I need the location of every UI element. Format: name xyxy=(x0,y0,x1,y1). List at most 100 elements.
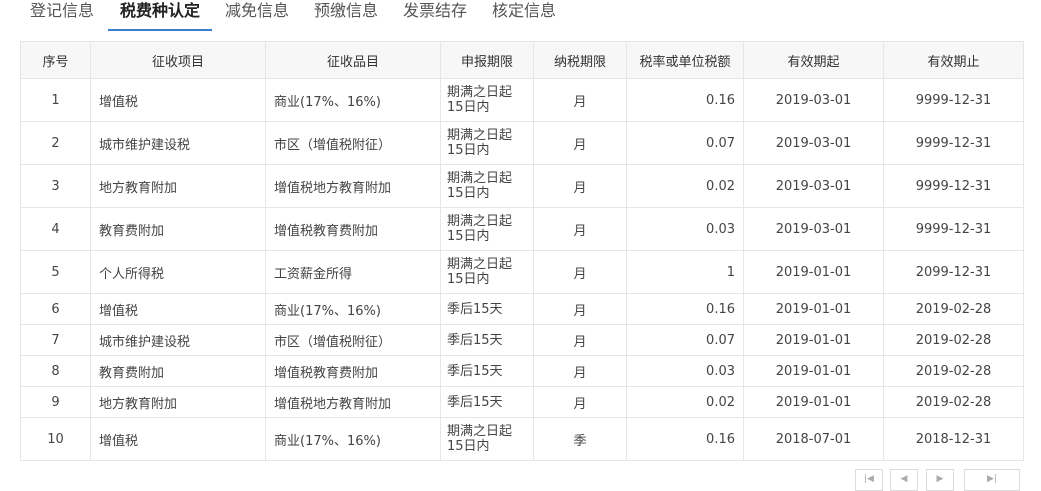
cell-valid-from: 2019-03-01 xyxy=(743,207,884,251)
cell-valid-from: 2019-03-01 xyxy=(743,164,884,208)
cell-serial: 7 xyxy=(20,324,91,356)
table-row[interactable]: 5 个人所得税 工资薪金所得 期满之日起15日内 月 1 2019-01-01 … xyxy=(20,250,1024,294)
cell-valid-to: 2019-02-28 xyxy=(883,324,1024,356)
prev-page-button[interactable]: ◀ xyxy=(890,469,918,491)
prev-page-icon: ◀ xyxy=(900,474,908,484)
cell-tax-item: 增值税 xyxy=(90,293,266,325)
table-row[interactable]: 6 增值税 商业(17%、16%) 季后15天 月 0.16 2019-01-0… xyxy=(20,293,1024,325)
cell-serial: 8 xyxy=(20,355,91,387)
first-page-icon: |◀ xyxy=(864,474,874,484)
cell-valid-to: 9999-12-31 xyxy=(883,207,1024,251)
cell-filing-deadline: 期满之日起15日内 xyxy=(440,417,534,461)
cell-tax-subitem: 商业(17%、16%) xyxy=(265,417,441,461)
header-serial: 序号 xyxy=(20,41,91,79)
last-page-button[interactable]: ▶| xyxy=(964,469,1020,491)
table-header-row: 序号 征收项目 征收品目 申报期限 纳税期限 税率或单位税额 有效期起 有效期止 xyxy=(20,41,1024,79)
cell-filing-deadline: 期满之日起15日内 xyxy=(440,164,534,208)
cell-serial: 4 xyxy=(20,207,91,251)
first-page-button[interactable]: |◀ xyxy=(855,469,883,491)
table-row[interactable]: 7 城市维护建设税 市区（增值税附征） 季后15天 月 0.07 2019-01… xyxy=(20,324,1024,356)
cell-tax-rate: 0.03 xyxy=(626,207,744,251)
tab-registration-info[interactable]: 登记信息 xyxy=(30,0,94,29)
cell-serial: 2 xyxy=(20,121,91,165)
cell-valid-from: 2019-03-01 xyxy=(743,121,884,165)
cell-tax-item: 个人所得税 xyxy=(90,250,266,294)
cell-filing-deadline: 季后15天 xyxy=(440,386,534,418)
header-filing-deadline: 申报期限 xyxy=(440,41,534,79)
cell-valid-to: 2019-02-28 xyxy=(883,293,1024,325)
cell-tax-item: 教育费附加 xyxy=(90,207,266,251)
cell-tax-rate: 0.07 xyxy=(626,324,744,356)
cell-tax-item: 教育费附加 xyxy=(90,355,266,387)
cell-valid-from: 2019-01-01 xyxy=(743,355,884,387)
cell-filing-deadline: 期满之日起15日内 xyxy=(440,207,534,251)
cell-filing-deadline: 期满之日起15日内 xyxy=(440,121,534,165)
cell-tax-item: 地方教育附加 xyxy=(90,164,266,208)
tax-type-table: 序号 征收项目 征收品目 申报期限 纳税期限 税率或单位税额 有效期起 有效期止… xyxy=(20,41,1024,461)
cell-valid-to: 2019-02-28 xyxy=(883,355,1024,387)
header-tax-item: 征收项目 xyxy=(90,41,266,79)
cell-tax-subitem: 增值税地方教育附加 xyxy=(265,164,441,208)
cell-tax-item: 城市维护建设税 xyxy=(90,324,266,356)
cell-tax-subitem: 工资薪金所得 xyxy=(265,250,441,294)
cell-filing-deadline: 季后15天 xyxy=(440,355,534,387)
cell-tax-subitem: 市区（增值税附征） xyxy=(265,324,441,356)
cell-filing-deadline: 季后15天 xyxy=(440,293,534,325)
cell-tax-rate: 0.02 xyxy=(626,164,744,208)
cell-tax-rate: 0.03 xyxy=(626,355,744,387)
cell-tax-item: 增值税 xyxy=(90,417,266,461)
tab-prepayment-info[interactable]: 预缴信息 xyxy=(314,0,378,29)
cell-serial: 3 xyxy=(20,164,91,208)
header-tax-subitem: 征收品目 xyxy=(265,41,441,79)
table-row[interactable]: 10 增值税 商业(17%、16%) 期满之日起15日内 季 0.16 2018… xyxy=(20,417,1024,461)
cell-tax-rate: 0.07 xyxy=(626,121,744,165)
cell-tax-subitem: 商业(17%、16%) xyxy=(265,78,441,122)
cell-tax-term: 月 xyxy=(533,293,627,325)
cell-tax-rate: 0.16 xyxy=(626,293,744,325)
cell-valid-to: 2019-02-28 xyxy=(883,386,1024,418)
tab-invoice-balance[interactable]: 发票结存 xyxy=(403,0,467,29)
table-row[interactable]: 1 增值税 商业(17%、16%) 期满之日起15日内 月 0.16 2019-… xyxy=(20,78,1024,122)
cell-tax-subitem: 增值税教育费附加 xyxy=(265,355,441,387)
cell-valid-from: 2019-01-01 xyxy=(743,324,884,356)
cell-tax-subitem: 增值税教育费附加 xyxy=(265,207,441,251)
cell-valid-from: 2019-01-01 xyxy=(743,250,884,294)
cell-tax-term: 月 xyxy=(533,78,627,122)
cell-valid-from: 2018-07-01 xyxy=(743,417,884,461)
table-row[interactable]: 2 城市维护建设税 市区（增值税附征） 期满之日起15日内 月 0.07 201… xyxy=(20,121,1024,165)
cell-valid-from: 2019-01-01 xyxy=(743,386,884,418)
cell-valid-to: 2099-12-31 xyxy=(883,250,1024,294)
tab-reduction-info[interactable]: 减免信息 xyxy=(225,0,289,29)
next-page-icon: ▶ xyxy=(936,474,944,484)
tab-assessment-info[interactable]: 核定信息 xyxy=(492,0,556,29)
cell-tax-term: 月 xyxy=(533,324,627,356)
cell-valid-to: 9999-12-31 xyxy=(883,121,1024,165)
cell-tax-term: 月 xyxy=(533,121,627,165)
cell-tax-term: 季 xyxy=(533,417,627,461)
cell-tax-term: 月 xyxy=(533,386,627,418)
cell-tax-term: 月 xyxy=(533,355,627,387)
cell-tax-term: 月 xyxy=(533,164,627,208)
cell-valid-to: 9999-12-31 xyxy=(883,164,1024,208)
cell-tax-term: 月 xyxy=(533,207,627,251)
cell-serial: 9 xyxy=(20,386,91,418)
table-row[interactable]: 9 地方教育附加 增值税地方教育附加 季后15天 月 0.02 2019-01-… xyxy=(20,386,1024,418)
last-page-icon: ▶| xyxy=(987,474,997,484)
table-row[interactable]: 4 教育费附加 增值税教育费附加 期满之日起15日内 月 0.03 2019-0… xyxy=(20,207,1024,251)
header-valid-to: 有效期止 xyxy=(883,41,1024,79)
table-row[interactable]: 8 教育费附加 增值税教育费附加 季后15天 月 0.03 2019-01-01… xyxy=(20,355,1024,387)
tab-tax-type-recognition[interactable]: 税费种认定 xyxy=(108,0,213,31)
cell-tax-subitem: 增值税地方教育附加 xyxy=(265,386,441,418)
cell-tax-rate: 0.02 xyxy=(626,386,744,418)
cell-filing-deadline: 期满之日起15日内 xyxy=(440,250,534,294)
cell-serial: 5 xyxy=(20,250,91,294)
header-tax-term: 纳税期限 xyxy=(533,41,627,79)
cell-valid-from: 2019-03-01 xyxy=(743,78,884,122)
cell-valid-to: 9999-12-31 xyxy=(883,78,1024,122)
next-page-button[interactable]: ▶ xyxy=(926,469,954,491)
table-row[interactable]: 3 地方教育附加 增值税地方教育附加 期满之日起15日内 月 0.02 2019… xyxy=(20,164,1024,208)
cell-serial: 10 xyxy=(20,417,91,461)
cell-serial: 6 xyxy=(20,293,91,325)
header-tax-rate: 税率或单位税额 xyxy=(626,41,744,79)
cell-serial: 1 xyxy=(20,78,91,122)
